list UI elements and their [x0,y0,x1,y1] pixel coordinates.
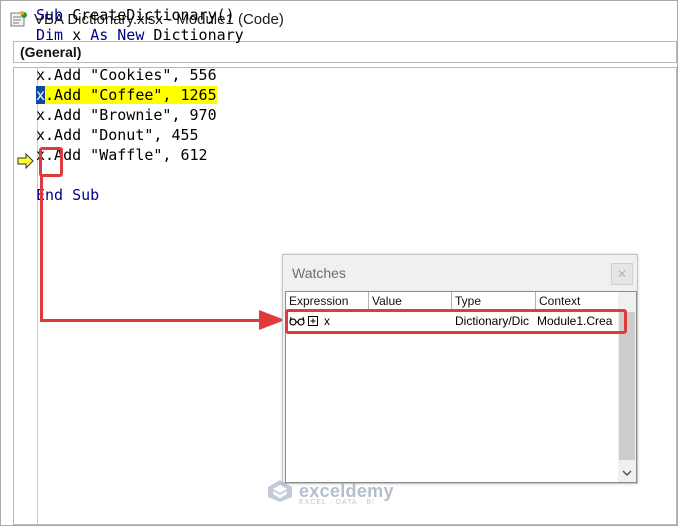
execution-point-arrow-icon [17,152,35,170]
keyword-sub: Sub [36,6,64,24]
code-line: x.Add "Donut", 455 [36,126,199,144]
exceldemy-logo-icon [267,479,293,508]
scroll-down-arrow-icon[interactable] [618,464,636,482]
code-line: x.Add "Waffle", 612 [36,146,208,164]
callout-line-horizontal [40,319,264,322]
code-line-current: x.Add "Coffee", 1265 [36,86,217,104]
watch-row-callout-box [285,309,627,334]
code-line: End Sub [36,186,100,204]
code-line: x.Add "Cookies", 556 [36,66,217,84]
margin-indicator-bar[interactable] [14,68,38,524]
variable-callout-box [39,147,63,177]
code-line: x.Add "Brownie", 970 [36,106,217,124]
code-line: Sub CreateDictionary() [36,6,235,24]
selected-variable: x [36,86,46,104]
code-text[interactable]: Sub CreateDictionary() Dim x As New Dict… [36,5,244,205]
vba-code-window: VBA Dictionary.xlsx - Module1 (Code) (Ge… [0,0,678,526]
scrollbar-thumb[interactable] [619,312,635,460]
callout-line-vertical [40,175,43,321]
code-line: Dim x As New Dictionary [36,26,244,44]
exceldemy-watermark: exceldemy EXCEL · DATA · BI [267,479,394,508]
close-icon[interactable]: ✕ [611,263,633,285]
watches-window[interactable]: Watches ✕ Expression Value Type Context [282,254,638,484]
watches-title: Watches [292,265,346,281]
vba-module-icon [10,10,28,28]
